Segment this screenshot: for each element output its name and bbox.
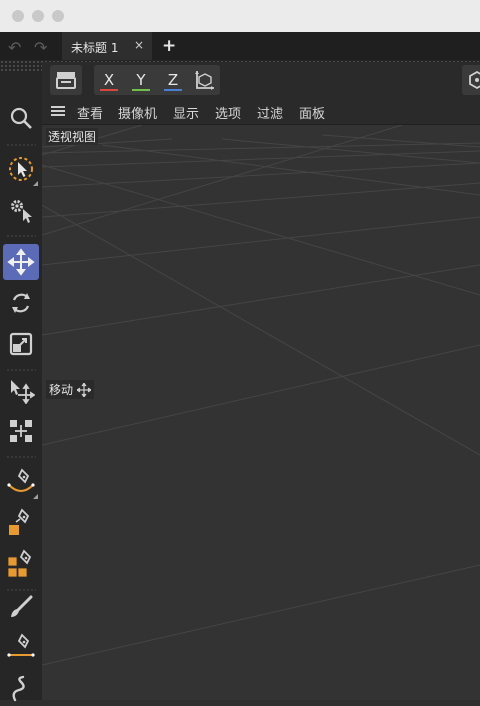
z-axis-label: Z (167, 71, 179, 89)
zoom-window-button[interactable] (52, 10, 64, 22)
viewport-title: 透视视图 (46, 128, 99, 145)
y-axis-label: Y (136, 71, 146, 89)
close-window-button[interactable] (12, 10, 24, 22)
move-icon[interactable] (3, 244, 39, 280)
menu-panel[interactable]: 面板 (299, 103, 325, 122)
coordinate-system-icon[interactable] (190, 65, 220, 95)
menu-display[interactable]: 显示 (173, 103, 199, 122)
main-toolbar: X Y Z (42, 62, 480, 98)
x-axis-bar (100, 89, 118, 91)
y-axis-toggle[interactable]: Y (126, 65, 156, 95)
move-tool-tip: 移动 (46, 380, 95, 399)
separator (6, 369, 36, 371)
z-axis-bar (164, 89, 182, 91)
clapboard-icon[interactable] (50, 65, 82, 95)
separator (6, 456, 36, 458)
document-tab-label: 未标题 1 (71, 41, 119, 55)
minimize-window-button[interactable] (32, 10, 44, 22)
axis-lock-group: X Y Z (94, 65, 220, 95)
axis-move-icon[interactable] (3, 372, 39, 408)
move-tool-tip-label: 移动 (49, 383, 74, 397)
pen-square-icon[interactable] (3, 505, 39, 541)
brush-icon[interactable] (3, 589, 39, 625)
spline-sketch-icon[interactable] (3, 670, 39, 706)
menu-view[interactable]: 查看 (77, 103, 103, 122)
live-selection-icon[interactable] (3, 151, 39, 187)
separator (6, 144, 36, 146)
menu-options[interactable]: 选项 (215, 103, 241, 122)
separator (6, 235, 36, 237)
transform-icon[interactable] (3, 413, 39, 449)
x-axis-toggle[interactable]: X (94, 65, 124, 95)
pen-line-icon[interactable] (3, 630, 39, 666)
window-titlebar (0, 0, 480, 33)
viewport-grid (42, 125, 480, 666)
z-axis-toggle[interactable]: Z (158, 65, 188, 95)
gear-select-icon[interactable] (3, 192, 39, 228)
document-tabbar: ↶ ↷ 未标题 1 × + (0, 32, 480, 60)
x-axis-label: X (103, 71, 115, 89)
move-small-icon (77, 382, 92, 397)
redo-icon[interactable]: ↷ (34, 38, 47, 57)
render-icon[interactable] (462, 65, 480, 95)
pen-cubes-icon[interactable] (3, 546, 39, 582)
search-icon[interactable] (3, 100, 39, 136)
undo-icon[interactable]: ↶ (8, 38, 21, 57)
tab-close-icon[interactable]: × (134, 38, 144, 52)
document-tab[interactable]: 未标题 1 × (62, 32, 152, 60)
rotate-icon[interactable] (3, 285, 39, 321)
menu-camera[interactable]: 摄像机 (118, 103, 157, 122)
perspective-viewport[interactable]: 透视视图 移动 (42, 125, 480, 700)
hamburger-menu-icon[interactable] (51, 106, 65, 116)
scale-icon[interactable] (3, 326, 39, 362)
pen-spline-icon[interactable] (3, 464, 39, 500)
y-axis-bar (132, 89, 150, 91)
left-tool-palette (0, 72, 43, 702)
viewport-menubar: 查看 摄像机 显示 选项 过滤 面板 (42, 98, 480, 125)
menu-filter[interactable]: 过滤 (257, 103, 283, 122)
add-tab-button[interactable]: + (162, 36, 176, 56)
